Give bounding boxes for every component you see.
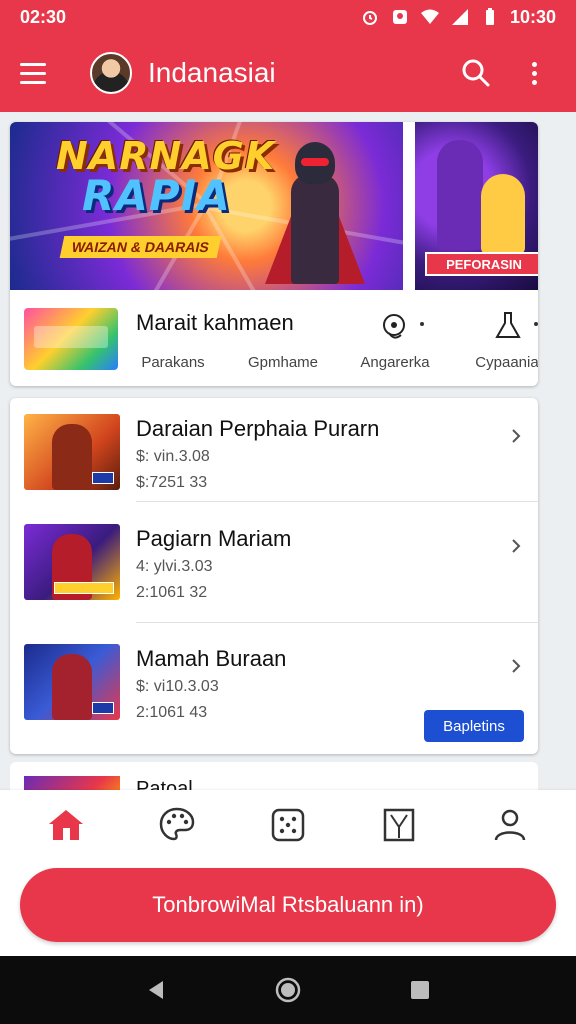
featured-label: Angarerka <box>360 354 430 371</box>
more-options-button[interactable] <box>512 51 556 95</box>
banner-title: NARNAGK RAPIA <box>56 136 275 220</box>
battery-icon <box>485 8 494 25</box>
nav-explore[interactable] <box>147 795 207 855</box>
search-button[interactable] <box>454 51 498 95</box>
list-item-title: Mamah Buraan <box>136 646 287 671</box>
chevron-right-icon <box>512 539 521 553</box>
chevron-right-icon <box>512 429 521 443</box>
cta-area: TonbrowiMal Rtsbaluann in) <box>0 860 576 956</box>
recents-icon <box>411 981 429 999</box>
chevron-right-icon <box>512 659 521 673</box>
divider <box>136 622 538 623</box>
system-nav-bar <box>0 956 576 1024</box>
featured-label: Parakans <box>141 354 205 371</box>
app-title: Indanasiai <box>148 57 276 88</box>
game-list: Daraian Perphaia Purarn $: vin.3.08 $:72… <box>10 398 538 754</box>
avatar[interactable] <box>90 52 132 94</box>
back-icon <box>149 981 163 999</box>
more-vert-icon <box>531 61 537 85</box>
bottom-nav <box>0 790 576 860</box>
divider <box>136 501 538 502</box>
primary-cta-button[interactable]: TonbrowiMal Rtsbaluann in) <box>20 868 556 942</box>
banner-subtitle: WAIZAN & DAARAIS <box>59 236 222 258</box>
banner-title-line2: RAPIA <box>82 171 231 220</box>
list-thumbnail <box>24 414 120 490</box>
featured-label: Gpmhame <box>247 354 319 371</box>
search-icon <box>462 59 490 87</box>
list-item-meta: $: vin.3.08 <box>136 448 210 465</box>
status-bar: 02:30 10:30 <box>0 0 576 34</box>
hero-illustration <box>255 134 375 290</box>
list-thumbnail <box>24 644 120 720</box>
list-item-title: Pagiarn Mariam <box>136 526 292 551</box>
list-item-meta: $: vi10.3.03 <box>136 678 219 695</box>
notification-icon <box>392 10 407 24</box>
menu-icon[interactable] <box>20 53 60 93</box>
featured-title: Marait kahmaen <box>136 310 294 335</box>
nav-library[interactable] <box>369 795 429 855</box>
home-button[interactable] <box>268 970 308 1010</box>
palette-icon <box>159 807 195 841</box>
featured-label: Cypaania <box>475 354 538 371</box>
recents-button[interactable] <box>400 970 440 1010</box>
list-item-meta: 2:1061 43 <box>136 704 208 721</box>
profile-icon <box>495 809 526 841</box>
home-icon <box>48 810 83 840</box>
status-clock: 10:30 <box>509 6 556 27</box>
nav-profile[interactable] <box>480 795 540 855</box>
support-icon[interactable] <box>374 306 414 346</box>
list-item-title: Daraian Perphaia Purarn <box>136 416 380 441</box>
dice-icon <box>271 808 305 842</box>
list-item-meta: $:7251 33 <box>136 474 208 491</box>
featured-thumbnail[interactable] <box>24 308 118 370</box>
list-item[interactable]: Daraian Perphaia Purarn $: vin.3.08 $:72… <box>10 398 538 516</box>
wifi-icon <box>420 9 439 24</box>
featured-row: Marait kahmaen Parakans Gpmhame Angarerk… <box>10 290 538 386</box>
book-icon <box>383 808 415 842</box>
featured-card: NARNAGK RAPIA WAIZAN & DAARAIS PEFORASIN… <box>10 122 538 386</box>
list-item[interactable]: Pagiarn Mariam 4: ylvi.3.03 2:1061 32 <box>10 508 538 626</box>
status-time: 02:30 <box>20 6 67 27</box>
home-circle-icon <box>275 977 301 1003</box>
nav-home[interactable] <box>36 795 96 855</box>
list-item-meta: 2:1061 32 <box>136 584 208 601</box>
back-button[interactable] <box>136 970 176 1010</box>
flask-icon[interactable] <box>488 306 528 346</box>
side-banner-badge: PEFORASIN <box>425 252 538 276</box>
list-item[interactable]: Mamah Buraan $: vi10.3.03 2:1061 43 Bapl… <box>10 628 538 746</box>
list-thumbnail <box>24 524 120 600</box>
alarm-icon <box>362 11 377 25</box>
signal-icon <box>451 9 468 25</box>
side-banner[interactable]: PEFORASIN <box>415 122 538 290</box>
app-bar: Indanasiai <box>0 34 576 112</box>
status-icons: 10:30 <box>360 7 556 28</box>
list-item-action-button[interactable]: Bapletins <box>424 710 524 742</box>
list-item-meta: 4: ylvi.3.03 <box>136 558 213 575</box>
nav-games[interactable] <box>258 795 318 855</box>
featured-banner[interactable]: NARNAGK RAPIA WAIZAN & DAARAIS <box>10 122 403 290</box>
